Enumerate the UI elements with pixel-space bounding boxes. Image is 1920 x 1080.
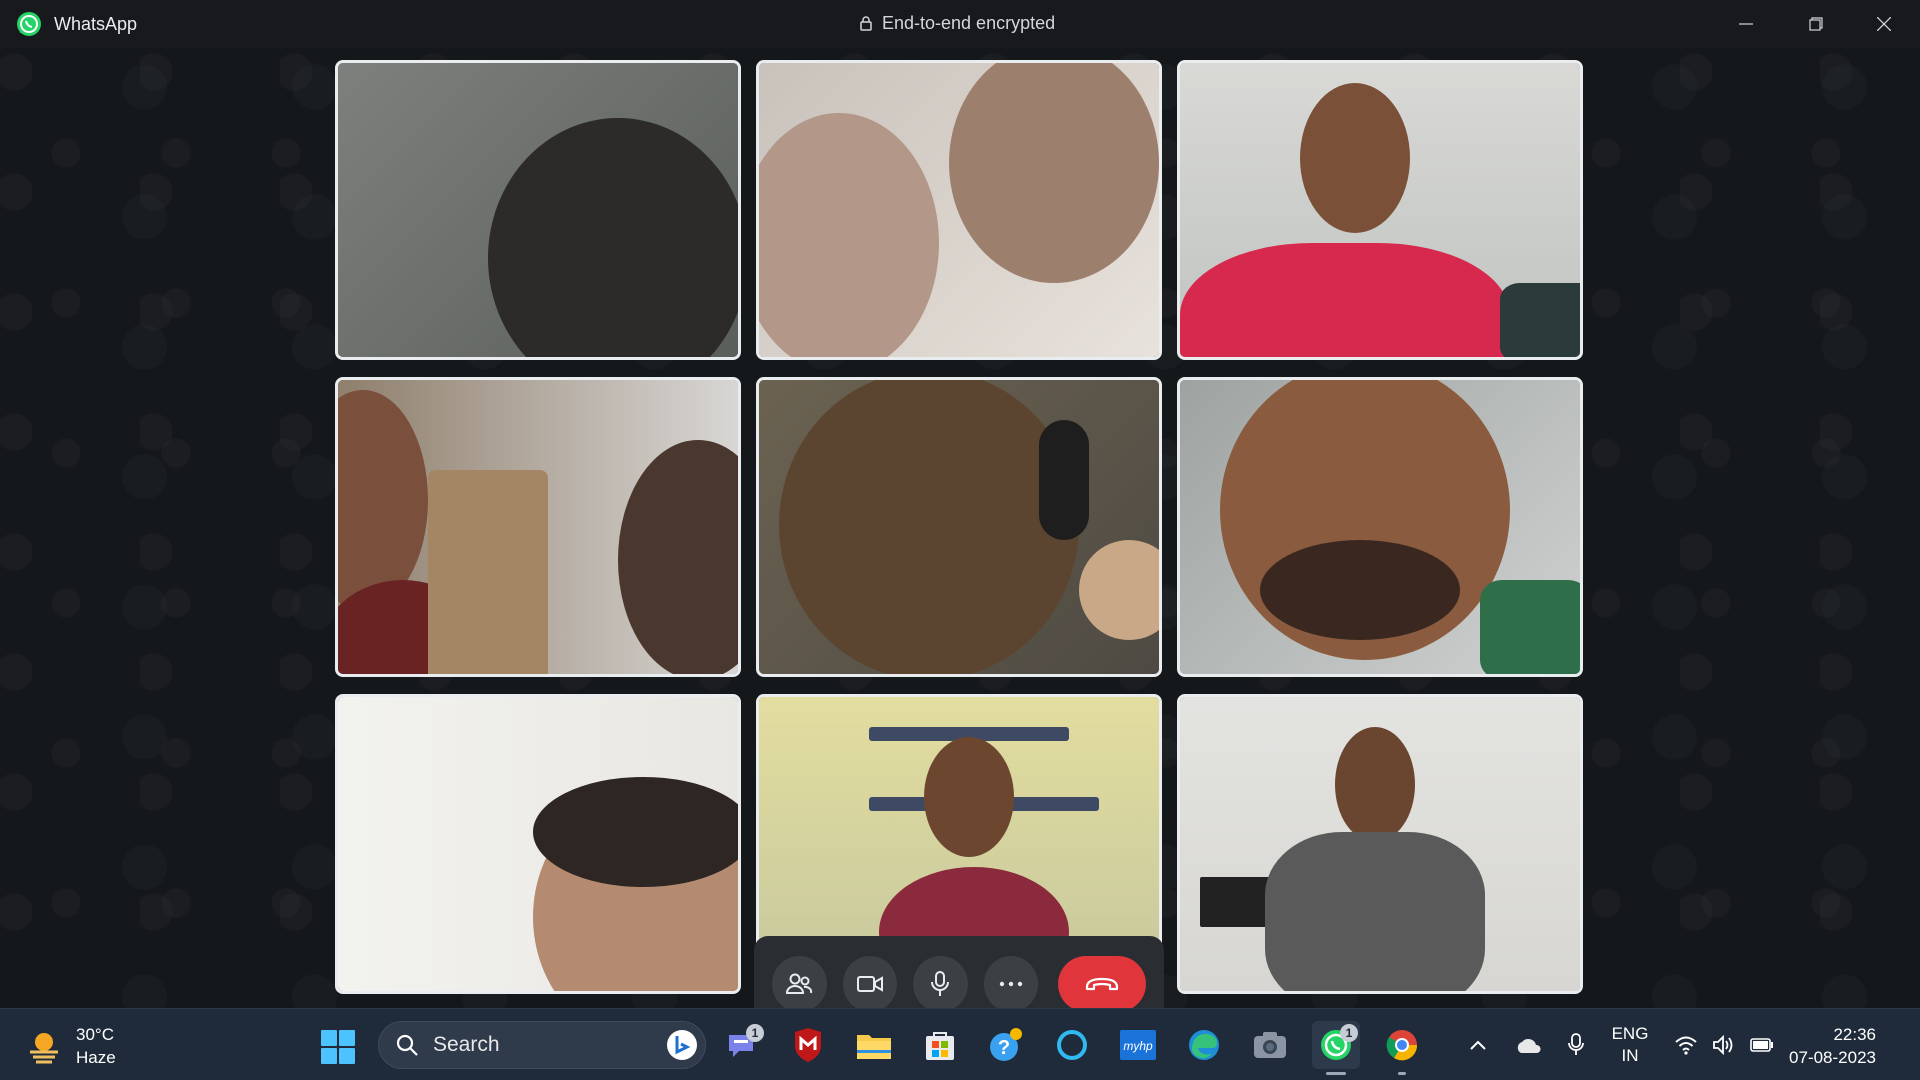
end-call-button[interactable] [1058, 956, 1147, 1012]
get-help-taskbar-button[interactable]: ? [982, 1021, 1030, 1069]
weather-widget[interactable]: 30°C Haze [24, 1023, 116, 1069]
more-options-button[interactable] [983, 956, 1039, 1012]
participant-video-tile[interactable] [335, 694, 741, 994]
participant-video-tile[interactable] [756, 60, 1162, 360]
wifi-icon [1675, 1036, 1697, 1055]
participant-video-tile[interactable] [756, 377, 1162, 677]
chrome-taskbar-button[interactable] [1378, 1021, 1426, 1075]
participant-video [338, 380, 738, 674]
participant-video-tile[interactable] [335, 60, 741, 360]
participants-button[interactable] [772, 956, 827, 1012]
search-icon [396, 1034, 418, 1056]
end-call-icon [1086, 977, 1119, 991]
quick-settings-button[interactable] [1672, 1021, 1776, 1069]
restore-icon [1809, 17, 1823, 31]
bing-chat-icon[interactable] [665, 1028, 699, 1062]
microphone-icon [931, 971, 950, 996]
mcafee-taskbar-button[interactable] [784, 1021, 832, 1069]
weather-condition: Haze [76, 1048, 116, 1067]
participant-video [338, 63, 738, 357]
cortana-icon [1057, 1030, 1087, 1060]
clock-time: 22:36 [1833, 1025, 1876, 1044]
encryption-status: End-to-end encrypted [860, 13, 1055, 34]
running-app-indicator [1398, 1072, 1406, 1075]
help-icon: ? [990, 1028, 1022, 1061]
myhp-icon: myhp [1120, 1030, 1156, 1060]
teams-chat-taskbar-button[interactable]: 1 [718, 1021, 766, 1069]
participant-video [759, 63, 1159, 357]
folder-icon [857, 1035, 891, 1059]
onedrive-cloud-icon [1517, 1038, 1541, 1053]
taskbar: 30°C Haze Search 1 ? myhp 1 ENG IN 22:36… [0, 1008, 1920, 1080]
region-code: IN [1621, 1046, 1639, 1065]
video-camera-icon [856, 976, 883, 992]
cortana-taskbar-button[interactable] [1048, 1021, 1096, 1069]
active-app-indicator [1326, 1072, 1346, 1075]
restore-button[interactable] [1782, 0, 1850, 48]
chevron-up-icon [1470, 1040, 1486, 1050]
language-code: ENG [1611, 1024, 1649, 1043]
microsoft-store-taskbar-button[interactable] [916, 1021, 964, 1069]
minimize-button[interactable] [1712, 0, 1780, 48]
whatsapp-logo-icon [17, 12, 41, 36]
participant-video-tile[interactable] [1177, 377, 1583, 677]
mcafee-shield-icon [795, 1028, 821, 1062]
chrome-browser-icon [1386, 1030, 1418, 1061]
notification-badge: 1 [746, 1024, 764, 1042]
video-call-area [0, 48, 1920, 1032]
windows-start-icon[interactable] [320, 1029, 356, 1065]
camera-icon [1254, 1032, 1286, 1058]
participant-video [759, 380, 1159, 674]
svg-text:myhp: myhp [1123, 1039, 1153, 1053]
microsoft-store-icon [926, 1032, 954, 1060]
title-bar: WhatsApp End-to-end encrypted [0, 0, 1920, 48]
notification-badge: 1 [1340, 1024, 1358, 1042]
lock-icon [860, 16, 872, 31]
taskbar-search-box[interactable]: Search [378, 1021, 706, 1069]
video-toggle-button[interactable] [842, 956, 898, 1012]
participant-video [338, 697, 738, 991]
microphone-icon [1568, 1033, 1584, 1055]
show-hidden-icons-button[interactable] [1464, 1021, 1492, 1069]
microphone-tray-button[interactable] [1562, 1021, 1590, 1069]
onedrive-button[interactable] [1510, 1021, 1546, 1069]
whatsapp-taskbar-button[interactable]: 1 [1312, 1021, 1360, 1075]
encryption-label: End-to-end encrypted [882, 13, 1056, 33]
edge-browser-icon [1189, 1030, 1219, 1060]
input-language-button[interactable]: ENG IN [1604, 1021, 1656, 1069]
weather-temperature: 30°C [76, 1025, 114, 1044]
myhp-taskbar-button[interactable]: myhp [1114, 1021, 1162, 1069]
search-label: Search [433, 1033, 500, 1056]
svg-text:?: ? [998, 1037, 1010, 1059]
battery-icon [1750, 1038, 1773, 1052]
close-icon [1877, 17, 1891, 31]
camera-taskbar-button[interactable] [1246, 1021, 1294, 1069]
participant-video-tile[interactable] [335, 377, 741, 677]
app-title: WhatsApp [54, 14, 138, 34]
clock[interactable]: 22:36 07-08-2023 [1789, 1023, 1876, 1069]
edge-taskbar-button[interactable] [1180, 1021, 1228, 1069]
participants-icon [786, 973, 813, 994]
participant-video-tile[interactable] [1177, 694, 1583, 994]
microphone-button[interactable] [913, 956, 968, 1012]
participant-video-tile[interactable] [1177, 60, 1583, 360]
clock-date: 07-08-2023 [1789, 1048, 1876, 1067]
sun-haze-icon [30, 1033, 58, 1064]
participant-video [1180, 697, 1580, 991]
participant-video [1180, 380, 1580, 674]
minimize-icon [1739, 23, 1753, 25]
close-button[interactable] [1850, 0, 1918, 48]
volume-icon [1713, 1035, 1733, 1055]
participant-video [1180, 63, 1580, 357]
more-options-icon [999, 981, 1023, 987]
file-explorer-taskbar-button[interactable] [850, 1021, 898, 1069]
